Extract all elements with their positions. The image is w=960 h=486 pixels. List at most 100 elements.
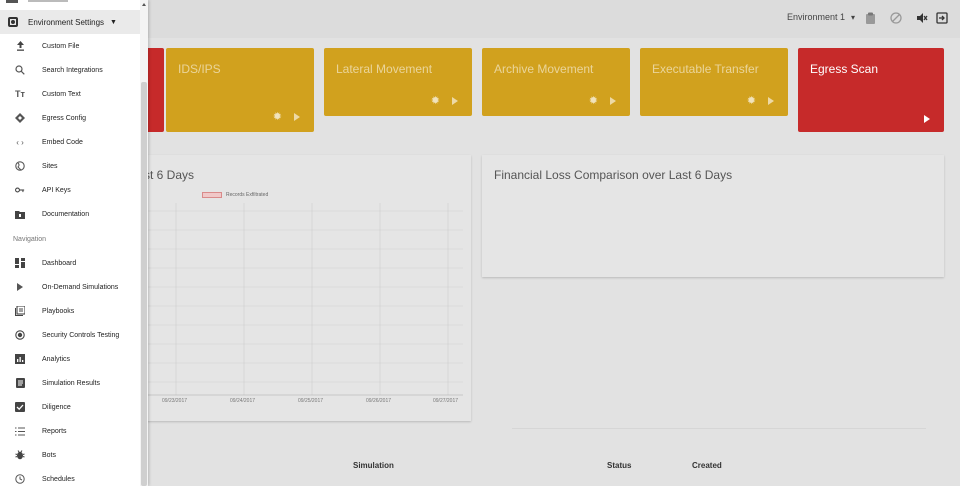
- records-chart-card: st 6 Days Records Exfiltrated 09/23/2017…: [140, 155, 471, 421]
- key-icon: [15, 185, 25, 195]
- financial-loss-card: Financial Loss Comparison over Last 6 Da…: [482, 155, 944, 277]
- sidebar-item-playbooks[interactable]: Playbooks: [0, 299, 140, 323]
- sidebar-item-diligence[interactable]: Diligence: [0, 395, 140, 419]
- chart-grid: [148, 203, 463, 396]
- sidebar-scrollbar-thumb[interactable]: [141, 82, 147, 486]
- diamond-icon: [15, 113, 25, 123]
- chevron-down-icon: ▼: [110, 18, 117, 26]
- sidebar-item-security-controls-testing[interactable]: Security Controls Testing: [0, 323, 140, 347]
- sidebar-item-label: Custom File: [42, 42, 80, 50]
- play-icon[interactable]: [294, 112, 300, 121]
- scroll-up-arrow-icon[interactable]: [142, 3, 146, 6]
- navigation-section-label: Navigation: [13, 236, 47, 243]
- list-icon: [15, 426, 25, 436]
- sidebar-item-on-demand-simulations[interactable]: On-Demand Simulations: [0, 275, 140, 299]
- tile-ids-ips[interactable]: IDS/IPS ✹: [166, 48, 314, 132]
- legend-label: Records Exfiltrated: [226, 192, 269, 198]
- folder-icon: [15, 209, 25, 219]
- document-icon: [15, 378, 25, 388]
- sidebar-item-label: Egress Config: [42, 114, 86, 122]
- play-icon[interactable]: [610, 96, 616, 105]
- gear-icon[interactable]: ✹: [747, 94, 756, 107]
- sidebar-item-search-integrations[interactable]: Search Integrations: [0, 58, 140, 82]
- play-icon: [15, 282, 25, 292]
- tile-executable-transfer[interactable]: Executable Transfer ✹: [640, 48, 788, 116]
- sidebar-item-label: Analytics: [42, 355, 71, 363]
- block-icon[interactable]: [888, 10, 904, 26]
- play-icon[interactable]: [768, 96, 774, 105]
- sidebar-item-label: On-Demand Simulations: [42, 283, 119, 291]
- sidebar-item-label: Custom Text: [42, 90, 81, 98]
- play-icon[interactable]: [924, 115, 930, 123]
- environment-settings-label: Environment Settings: [28, 17, 105, 27]
- divider: [512, 428, 926, 429]
- tile-label: IDS/IPS: [178, 62, 221, 76]
- sidebar-item-analytics[interactable]: Analytics: [0, 347, 140, 371]
- tile-lateral-movement[interactable]: Lateral Movement ✹: [324, 48, 472, 116]
- sidebar-item-dashboard[interactable]: Dashboard: [0, 251, 140, 275]
- tile-archive-movement[interactable]: Archive Movement ✹: [482, 48, 630, 116]
- sidebar-partial-item-icon: [6, 0, 18, 3]
- sidebar-item-label: Diligence: [42, 403, 71, 411]
- sidebar-item-label: Dashboard: [42, 259, 77, 267]
- x-tick: 09/23/2017: [162, 398, 188, 404]
- gear-icon[interactable]: ✹: [273, 110, 282, 123]
- sidebar-item-label: Simulation Results: [42, 379, 100, 387]
- check-icon: [15, 402, 25, 412]
- sidebar-item-custom-text[interactable]: Tт Custom Text: [0, 82, 140, 106]
- logout-icon[interactable]: [934, 10, 950, 26]
- environment-label: Environment 1: [786, 12, 845, 22]
- text-icon: Tт: [15, 89, 25, 99]
- column-header-status[interactable]: Status: [607, 461, 631, 470]
- sidebar-item-label: Sites: [42, 162, 58, 170]
- tile-label: Egress Scan: [810, 62, 879, 76]
- sidebar: Environment Settings ▼ Custom File Searc…: [0, 0, 148, 486]
- gear-icon[interactable]: ✹: [589, 94, 598, 107]
- gear-icon[interactable]: ✹: [431, 94, 440, 107]
- sidebar-item-label: Documentation: [42, 210, 90, 218]
- column-header-simulation[interactable]: Simulation: [353, 461, 394, 470]
- sidebar-item-egress-config[interactable]: Egress Config: [0, 106, 140, 130]
- sidebar-item-embed-code[interactable]: ‹ › Embed Code: [0, 130, 140, 154]
- tile-label: Archive Movement: [494, 62, 594, 76]
- chevron-down-icon: ▾: [850, 12, 855, 22]
- play-icon[interactable]: [452, 96, 458, 105]
- sidebar-item-label: Schedules: [42, 475, 75, 483]
- playbook-icon: [15, 306, 25, 316]
- x-axis-ticks: 09/23/2017 09/24/2017 09/25/2017 09/26/2…: [140, 398, 471, 408]
- results-table-header: Simulation Status Created: [148, 455, 945, 475]
- sidebar-partial-item-label: [28, 0, 68, 2]
- sidebar-item-documentation[interactable]: Documentation: [0, 202, 140, 226]
- environment-select[interactable]: Environment 1 ▾: [787, 12, 855, 22]
- x-tick: 09/24/2017: [230, 398, 256, 404]
- column-header-created[interactable]: Created: [692, 461, 722, 470]
- upload-icon: [15, 41, 25, 51]
- sidebar-item-sites[interactable]: Sites: [0, 154, 140, 178]
- tile-label: Lateral Movement: [336, 62, 433, 76]
- tile-egress-scan[interactable]: Egress Scan: [798, 48, 944, 132]
- x-tick: 09/25/2017: [298, 398, 324, 404]
- sidebar-item-bots[interactable]: Bots: [0, 443, 140, 467]
- tile-label: Executable Transfer: [652, 62, 759, 76]
- sidebar-item-simulation-results[interactable]: Simulation Results: [0, 371, 140, 395]
- settings-icon: [8, 17, 18, 27]
- sidebar-item-api-keys[interactable]: API Keys: [0, 178, 140, 202]
- sidebar-item-label: Embed Code: [42, 138, 83, 146]
- analytics-icon: [15, 354, 25, 364]
- search-icon: [15, 65, 25, 75]
- x-tick: 09/26/2017: [366, 398, 392, 404]
- environment-settings-toggle[interactable]: Environment Settings ▼: [0, 10, 140, 34]
- sidebar-item-label: Search Integrations: [42, 66, 103, 74]
- chart-legend: Records Exfiltrated: [202, 192, 268, 198]
- sidebar-item-label: Playbooks: [42, 307, 75, 315]
- mute-icon[interactable]: [914, 10, 930, 26]
- code-icon: ‹ ›: [16, 137, 24, 147]
- sidebar-item-schedules[interactable]: Schedules: [0, 467, 140, 486]
- clock-icon: [15, 474, 25, 484]
- sidebar-item-reports[interactable]: Reports: [0, 419, 140, 443]
- sidebar-item-label: API Keys: [42, 186, 71, 194]
- sidebar-item-label: Security Controls Testing: [42, 331, 120, 339]
- sidebar-item-label: Bots: [42, 451, 57, 459]
- sidebar-item-custom-file[interactable]: Custom File: [0, 34, 140, 58]
- clipboard-icon[interactable]: [862, 10, 878, 26]
